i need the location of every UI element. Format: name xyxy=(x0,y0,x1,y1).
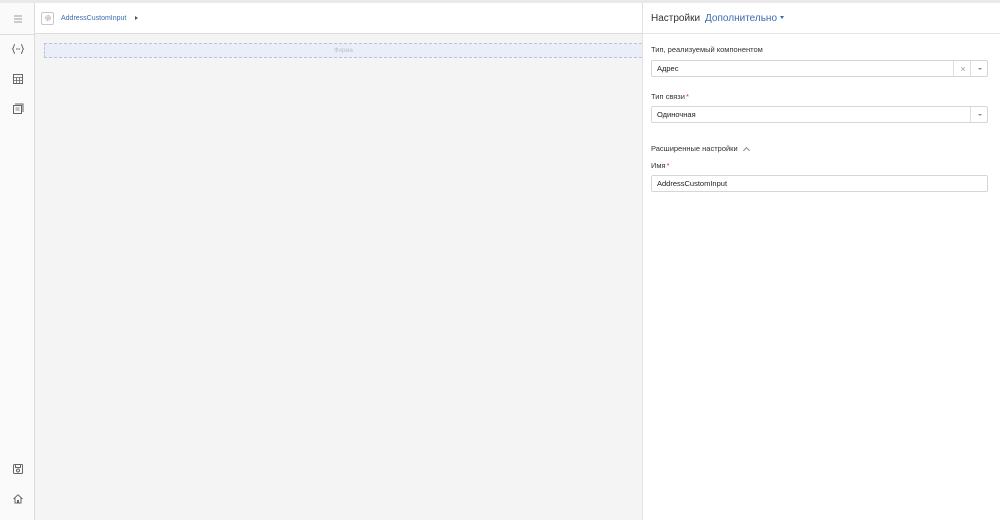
left-rail xyxy=(0,3,35,520)
name-input-value: AddressCustomInput xyxy=(657,179,728,188)
link-type-label: Тип связи* xyxy=(651,92,689,101)
rail-divider xyxy=(0,34,35,35)
component-type-value: Адрес xyxy=(657,64,679,73)
chevron-right-icon[interactable] xyxy=(135,16,139,20)
chevron-down-icon[interactable] xyxy=(973,107,987,122)
name-input[interactable]: AddressCustomInput xyxy=(651,175,988,192)
field-divider xyxy=(970,61,971,76)
component-type-select[interactable]: Адрес × xyxy=(651,60,988,77)
clear-icon[interactable]: × xyxy=(956,61,970,76)
menu-icon[interactable] xyxy=(6,8,29,30)
component-type-label: Тип, реализуемый компонентом xyxy=(651,45,763,54)
advanced-settings-label: Расширенные настройки xyxy=(651,144,738,153)
chevron-up-icon xyxy=(742,146,750,154)
field-divider xyxy=(953,61,954,76)
settings-panel: Настройки Дополнительно Тип, реализуемый… xyxy=(642,3,1000,520)
breadcrumb-item[interactable]: AddressCustomInput xyxy=(61,15,126,22)
tab-additional[interactable]: Дополнительно xyxy=(705,12,785,24)
field-divider xyxy=(970,107,971,122)
name-label: Имя* xyxy=(651,161,670,170)
table-icon[interactable] xyxy=(6,68,29,90)
required-marker: * xyxy=(666,161,670,170)
home-icon[interactable] xyxy=(6,488,29,510)
chevron-down-icon[interactable] xyxy=(973,61,987,76)
tab-additional-label: Дополнительно xyxy=(705,12,778,24)
design-canvas: Форма xyxy=(35,34,642,520)
link-type-label-text: Тип связи xyxy=(651,92,685,101)
link-type-value: Одиночная xyxy=(657,110,696,119)
advanced-settings-toggle[interactable]: Расширенные настройки xyxy=(651,144,750,154)
name-label-text: Имя xyxy=(651,161,666,170)
caret-down-icon xyxy=(780,16,785,20)
form-drop-label: Форма xyxy=(334,47,353,54)
code-braces-icon[interactable] xyxy=(6,38,29,60)
form-drop-zone[interactable]: Форма xyxy=(44,43,642,58)
save-icon[interactable] xyxy=(6,458,29,480)
breadcrumb-bar: AddressCustomInput xyxy=(35,3,642,34)
panel-header: Настройки Дополнительно xyxy=(643,3,1000,34)
gear-icon[interactable] xyxy=(41,11,54,25)
list-icon[interactable] xyxy=(6,98,29,120)
panel-title: Настройки xyxy=(651,12,701,24)
required-marker: * xyxy=(685,92,689,101)
link-type-select[interactable]: Одиночная xyxy=(651,106,988,123)
